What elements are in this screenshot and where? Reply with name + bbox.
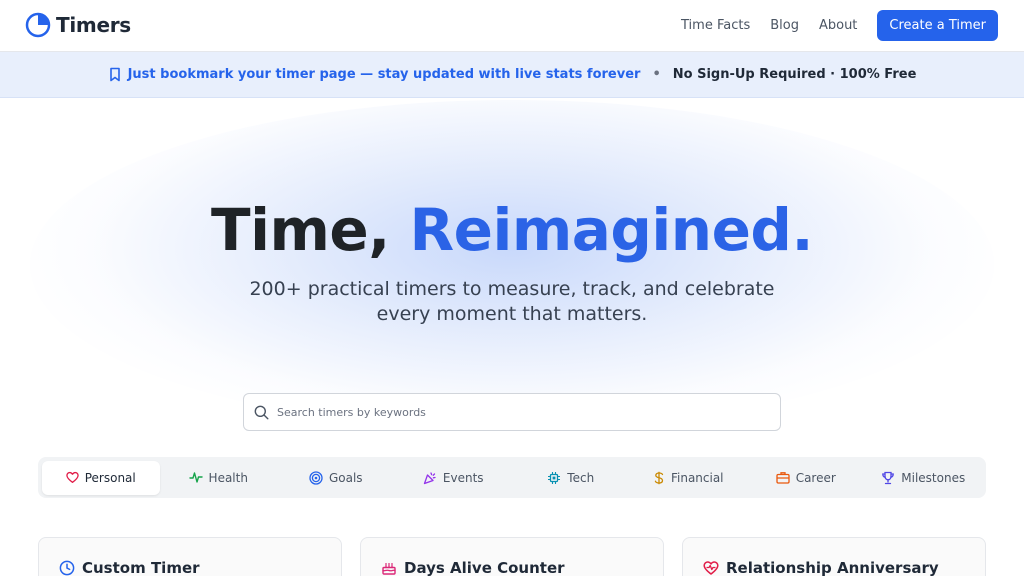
announcement-banner: Just bookmark your timer page — stay upd… — [0, 52, 1024, 98]
tab-personal[interactable]: Personal — [42, 460, 160, 495]
card-title-text: Days Alive Counter — [404, 559, 565, 576]
hero-glow — [30, 100, 994, 430]
category-tabs: Personal Health Goals Events Tech Financ… — [38, 457, 986, 498]
banner-right-text: No Sign-Up Required · 100% Free — [672, 67, 917, 82]
card-title: Custom Timer — [59, 559, 200, 576]
tab-career[interactable]: Career — [747, 461, 865, 495]
nav-link-time-facts[interactable]: Time Facts — [681, 18, 750, 33]
nav-link-about[interactable]: About — [819, 18, 857, 33]
pie-timer-icon — [25, 12, 51, 38]
tab-label: Milestones — [901, 470, 966, 485]
hero-title: Time, Reimagined. — [0, 196, 1024, 264]
site-header: Timers Time Facts Blog About Create a Ti… — [0, 0, 1024, 52]
tab-label: Events — [442, 470, 484, 485]
search-box — [243, 393, 781, 431]
create-timer-button[interactable]: Create a Timer — [877, 10, 998, 41]
hero-title-accent: Reimagined. — [409, 196, 813, 264]
tab-health[interactable]: Health — [160, 461, 278, 495]
bookmark-icon — [108, 67, 122, 82]
tab-milestones[interactable]: Milestones — [865, 461, 983, 495]
banner-separator: • — [652, 67, 661, 82]
dollar-icon — [653, 471, 665, 485]
heart-icon — [66, 471, 79, 484]
tab-financial[interactable]: Financial — [630, 461, 748, 495]
logo-text: Timers — [56, 13, 131, 37]
tab-events[interactable]: Events — [395, 461, 513, 495]
logo[interactable]: Timers — [25, 12, 131, 38]
tab-label: Financial — [670, 470, 724, 485]
tab-label: Health — [208, 470, 248, 485]
briefcase-icon — [776, 471, 790, 484]
hero-title-plain: Time, — [211, 196, 410, 264]
banner-left-text: Just bookmark your timer page — stay upd… — [127, 67, 641, 82]
tab-label: Career — [795, 470, 836, 485]
card-title-text: Custom Timer — [82, 559, 200, 576]
card-title-text: Relationship Anniversary — [726, 559, 939, 576]
cake-icon — [381, 560, 397, 576]
clock-icon — [59, 560, 75, 576]
hero-subtitle-line1: 200+ practical timers to measure, track,… — [249, 278, 775, 300]
activity-icon — [188, 471, 203, 484]
target-icon — [309, 470, 323, 485]
banner-bookmark-message: Just bookmark your timer page — stay upd… — [108, 67, 641, 82]
hero-subtitle-line2: every moment that matters. — [376, 303, 648, 325]
nav-link-blog[interactable]: Blog — [770, 18, 799, 33]
heart-pulse-icon — [703, 560, 719, 576]
card-title: Days Alive Counter — [381, 559, 565, 576]
tab-label: Tech — [567, 470, 595, 485]
chip-icon — [547, 471, 561, 485]
trophy-icon — [881, 471, 895, 485]
search-icon — [254, 405, 269, 420]
card-relationship-anniversary[interactable]: Relationship Anniversary — [682, 537, 986, 576]
card-days-alive-counter[interactable]: Days Alive Counter — [360, 537, 664, 576]
card-title: Relationship Anniversary — [703, 559, 939, 576]
party-icon — [423, 471, 437, 485]
hero-subtitle: 200+ practical timers to measure, track,… — [212, 277, 812, 327]
card-custom-timer[interactable]: Custom Timer — [38, 537, 342, 576]
tab-label: Personal — [84, 470, 136, 485]
search-input[interactable] — [277, 405, 757, 419]
main-nav: Time Facts Blog About Create a Timer — [681, 10, 998, 41]
tab-tech[interactable]: Tech — [512, 461, 630, 495]
tab-goals[interactable]: Goals — [277, 461, 395, 495]
tab-label: Goals — [328, 470, 363, 485]
